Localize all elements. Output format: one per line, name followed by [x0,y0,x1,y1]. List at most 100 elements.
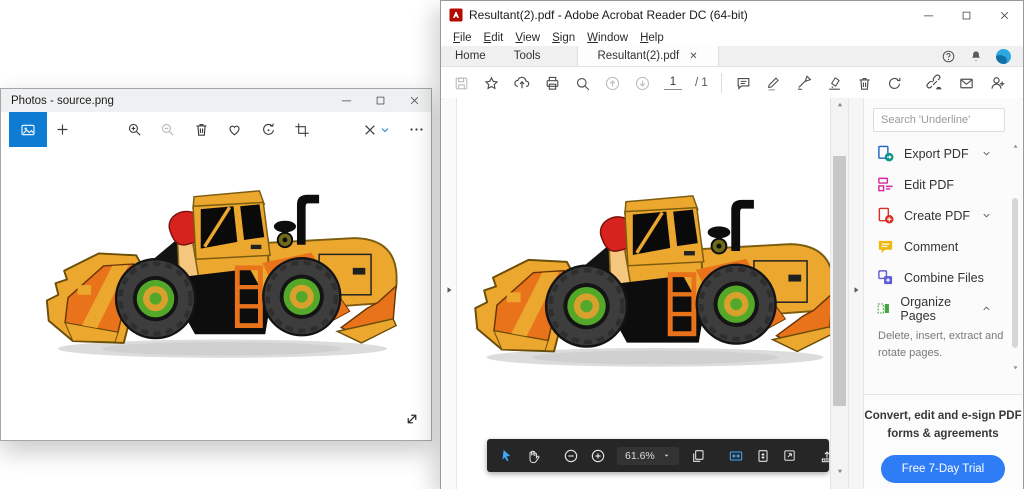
chevron-down-icon[interactable] [981,210,992,221]
scrollbar-thumb[interactable] [833,156,846,406]
share-link-button[interactable] [926,74,944,92]
expand-fullscreen-button[interactable] [403,410,421,428]
tab-close-icon[interactable]: ✕ [689,51,697,62]
tab-document[interactable]: Resultant(2).pdf ✕ [577,46,719,66]
menu-help[interactable]: Help [634,32,670,44]
menu-edit[interactable]: Edit [478,32,510,44]
left-panel-expand-arrow[interactable] [443,284,455,296]
menu-sign[interactable]: Sign [546,32,581,44]
tool-edit-pdf[interactable]: Edit PDF [864,169,1022,200]
trash-icon [193,121,210,138]
chevron-up-icon[interactable] [981,303,992,314]
crop-icon [294,122,310,138]
zoom-in-icon [126,121,143,138]
ellipsis-icon [408,121,425,138]
toolbar-right-group [926,74,1011,92]
free-trial-button[interactable]: Free 7-Day Trial [881,455,1005,483]
page-controls-toolbar: 61.6% [487,439,829,472]
delete-button[interactable] [186,112,216,147]
share-cloud-button[interactable] [513,74,531,92]
chevron-down-icon[interactable] [981,148,992,159]
photos-window: Photos - source.png [0,88,432,441]
account-avatar[interactable] [996,49,1011,64]
acrobat-title-bar: Resultant(2).pdf - Adobe Acrobat Reader … [441,1,1023,29]
next-page-button[interactable] [634,75,651,92]
scroll-up-arrow[interactable] [1011,142,1020,151]
scroll-down-arrow[interactable] [1011,363,1020,372]
zoom-level-dropdown[interactable]: 61.6% [617,447,679,465]
menu-window[interactable]: Window [581,32,634,44]
photos-maximize-button[interactable] [363,89,397,112]
crop-button[interactable] [287,112,317,147]
page-thumbnails-button[interactable] [690,448,706,464]
zoom-level-value: 61.6% [625,450,655,462]
photos-toolbar [1,112,431,147]
acrobat-tab-bar: Home Tools Resultant(2).pdf ✕ [441,46,1023,67]
menu-view[interactable]: View [509,32,546,44]
acrobat-close-button[interactable] [985,1,1023,29]
menu-file[interactable]: File [447,32,478,44]
add-to-button[interactable] [47,112,77,147]
print-button[interactable] [544,75,561,92]
tool-organize-pages[interactable]: Organize Pages [864,293,1022,324]
trial-promo: Convert, edit and e-sign PDF forms & agr… [864,394,1022,489]
star-favorites-button[interactable] [483,75,500,92]
help-icon[interactable] [941,49,956,64]
sign-tool-button[interactable] [795,74,813,92]
select-tool-button[interactable] [499,448,514,463]
tab-tools[interactable]: Tools [500,46,555,66]
tool-export-pdf[interactable]: Export PDF [864,138,1022,169]
acrobat-maximize-button[interactable] [947,1,985,29]
tool-combine-files[interactable]: Combine Files [864,262,1022,293]
favorite-button[interactable] [219,112,249,147]
photos-close-button[interactable] [397,89,431,112]
stamp-tool-button[interactable] [826,75,843,92]
panel-scrollbar-thumb[interactable] [1012,198,1018,348]
zoom-in-button[interactable] [590,448,606,464]
acrobat-toolbar: / 1 [441,67,1023,100]
tab-home[interactable]: Home [441,46,500,66]
rotate-button[interactable] [253,112,283,147]
notifications-bell-icon[interactable] [969,49,983,63]
zoom-in-button[interactable] [119,112,149,147]
comment-tool-button[interactable] [735,75,752,92]
see-more-button[interactable] [401,112,431,147]
fit-width-button[interactable] [728,448,744,464]
edit-create-dropdown[interactable] [375,112,395,147]
fullscreen-button[interactable] [782,448,797,463]
right-panel-collapse-arrow[interactable] [850,284,862,296]
tab-document-label: Resultant(2).pdf [597,50,679,62]
acrobat-window: Resultant(2).pdf - Adobe Acrobat Reader … [440,0,1024,489]
document-scrollbar[interactable] [830,98,848,489]
export-pdf-icon [877,145,894,162]
zoom-out-button[interactable] [152,112,182,147]
refresh-button[interactable] [886,75,903,92]
page-number-input[interactable] [664,76,682,90]
tools-search-input[interactable] [873,108,1005,132]
find-button[interactable] [574,75,591,92]
photos-minimize-button[interactable] [329,89,363,112]
zoom-out-icon [159,121,176,138]
acrobat-minimize-button[interactable] [909,1,947,29]
pdf-document-area[interactable]: 61.6% [457,98,830,489]
save-button[interactable] [453,75,470,92]
scroll-down-arrow[interactable] [831,464,848,478]
highlight-tool-button[interactable] [765,75,782,92]
tab-bar-right [941,46,1023,66]
tool-create-pdf[interactable]: Create PDF [864,200,1022,231]
acrobat-menu-bar: File Edit View Sign Window Help [441,29,1023,46]
tools-panel-scrollbar[interactable] [1009,142,1021,372]
wheel-loader-illustration [42,183,398,371]
add-person-button[interactable] [989,74,1007,92]
hand-tool-button[interactable] [525,448,541,464]
zoom-out-button[interactable] [563,448,579,464]
see-all-photos-button[interactable] [9,112,47,147]
previous-page-button[interactable] [604,75,621,92]
scroll-up-arrow[interactable] [831,98,848,112]
email-button[interactable] [958,75,975,92]
delete-tool-button[interactable] [856,75,873,92]
fit-page-button[interactable] [755,448,771,464]
tool-comment[interactable]: Comment [864,231,1022,262]
acrobat-window-title: Resultant(2).pdf - Adobe Acrobat Reader … [469,8,909,22]
page-count-label: / 1 [695,77,708,89]
